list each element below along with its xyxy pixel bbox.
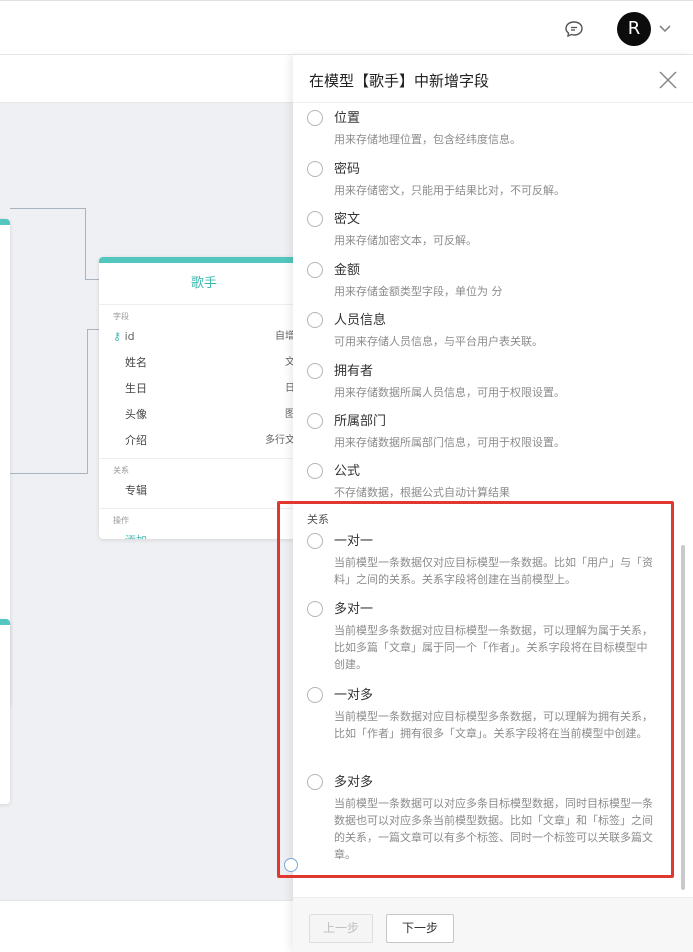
- option-desc: 用来存储地理位置，包含经纬度信息。: [334, 133, 521, 146]
- user-avatar[interactable]: R: [617, 12, 651, 46]
- option-name: 人员信息: [334, 313, 387, 328]
- field-type: 自增: [275, 331, 295, 342]
- field-name: 生日: [125, 382, 147, 395]
- option-name: 拥有者: [334, 364, 374, 379]
- option-name: 位置: [334, 111, 361, 126]
- option-desc: 用来存储加密文本，可反解。: [334, 234, 477, 247]
- panel-title: 在模型【歌手】中新增字段: [309, 72, 490, 90]
- option-name: 密文: [334, 212, 361, 227]
- option-name: 公式: [334, 464, 361, 479]
- option-name: 金额: [334, 263, 361, 278]
- field-name: id: [124, 330, 135, 343]
- field-row[interactable]: 头像图: [99, 402, 309, 428]
- scrollbar-thumb[interactable]: [681, 545, 685, 890]
- radio-button[interactable]: [307, 312, 323, 328]
- option-name: 密码: [334, 162, 361, 177]
- field-row[interactable]: 介绍 多行文: [99, 428, 309, 454]
- field-type: 多行文: [265, 435, 295, 446]
- chevron-down-icon[interactable]: [658, 24, 672, 34]
- highlight-box: [277, 501, 674, 878]
- radio-button[interactable]: [307, 211, 323, 227]
- field-name: 头像: [125, 408, 147, 421]
- field-name: 介绍: [125, 434, 147, 447]
- field-row[interactable]: 姓名文: [99, 350, 309, 376]
- radio-button[interactable]: [307, 161, 323, 177]
- radio-button[interactable]: [307, 463, 323, 479]
- top-bar: R: [0, 0, 693, 55]
- model-card-singer[interactable]: 歌手 字段 ⚷ id 自增 姓名文 生日日 头像图 介绍 多行文 关系 专辑 操作…: [99, 257, 309, 539]
- field-row-id[interactable]: ⚷ id 自增: [99, 324, 309, 350]
- key-icon: ⚷: [113, 330, 125, 343]
- close-icon[interactable]: [659, 71, 677, 89]
- option-desc: 用来存储数据所属部门信息，可用于权限设置。: [334, 436, 565, 449]
- radio-button[interactable]: [307, 110, 323, 126]
- radio-button[interactable]: [307, 363, 323, 379]
- model-card-left-bottom[interactable]: [0, 619, 10, 804]
- next-step-button[interactable]: 下一步: [386, 914, 454, 943]
- fields-section-label: 字段: [113, 312, 129, 321]
- field-row[interactable]: 生日日: [99, 376, 309, 402]
- option-name: 所属部门: [334, 414, 387, 429]
- option-desc: 可用来存储人员信息，与平台用户表关联。: [334, 335, 543, 348]
- relation-connector: [87, 329, 88, 474]
- prev-step-button[interactable]: 上一步: [309, 914, 373, 943]
- option-desc: 用来存储金额类型字段，单位为 分: [334, 285, 503, 298]
- relation-connector: [10, 208, 86, 209]
- relation-connector: [85, 279, 99, 280]
- model-card-title[interactable]: 歌手: [99, 263, 309, 305]
- relations-section-label: 关系: [113, 466, 129, 475]
- relation-connector: [10, 473, 88, 474]
- option-desc: 用来存储密文，只能用于结果比对，不可反解。: [334, 184, 565, 197]
- relation-connector: [87, 329, 99, 330]
- field-name: 姓名: [125, 356, 147, 369]
- relation-name: 专辑: [125, 484, 147, 497]
- relation-connector: [85, 208, 86, 280]
- chat-icon[interactable]: [564, 19, 584, 39]
- radio-button[interactable]: [307, 413, 323, 429]
- panel-footer: 上一步 下一步: [293, 897, 693, 952]
- option-desc: 用来存储数据所属人员信息，可用于权限设置。: [334, 386, 565, 399]
- option-desc: 不存储数据，根据公式自动计算结果: [334, 486, 510, 499]
- radio-button[interactable]: [307, 262, 323, 278]
